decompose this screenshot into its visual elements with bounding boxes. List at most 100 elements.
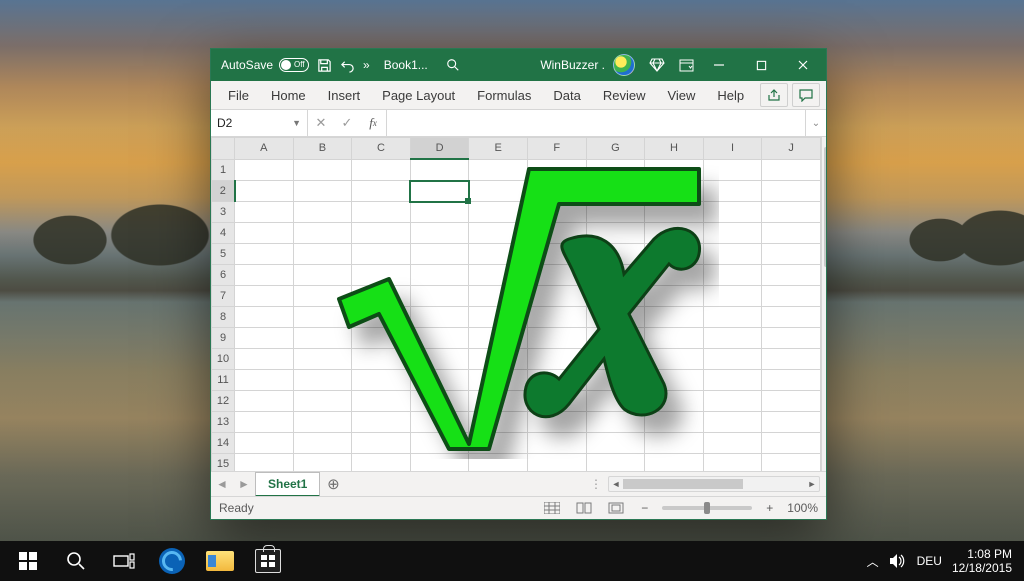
- cell[interactable]: [586, 265, 645, 286]
- cell[interactable]: [235, 370, 294, 391]
- cell[interactable]: [762, 181, 821, 202]
- account-avatar-icon[interactable]: [613, 54, 635, 76]
- cell[interactable]: [645, 328, 704, 349]
- tab-page-layout[interactable]: Page Layout: [371, 81, 466, 109]
- row-header[interactable]: 11: [212, 370, 235, 391]
- cell[interactable]: [645, 349, 704, 370]
- expand-formula-bar-icon[interactable]: ⌄: [805, 110, 826, 136]
- tab-review[interactable]: Review: [592, 81, 657, 109]
- cell[interactable]: [235, 202, 294, 223]
- split-handle-icon[interactable]: ⋮: [590, 477, 602, 491]
- cell[interactable]: [293, 202, 352, 223]
- cell[interactable]: [352, 412, 411, 433]
- zoom-level[interactable]: 100%: [787, 501, 818, 515]
- cell[interactable]: [352, 349, 411, 370]
- cell[interactable]: [469, 202, 528, 223]
- cell[interactable]: [645, 391, 704, 412]
- cell[interactable]: [293, 370, 352, 391]
- cell[interactable]: [469, 433, 528, 454]
- cell[interactable]: [469, 328, 528, 349]
- cell[interactable]: [762, 328, 821, 349]
- zoom-out-button[interactable]: −: [637, 501, 652, 515]
- cell[interactable]: [527, 265, 586, 286]
- page-break-view-icon[interactable]: [605, 500, 627, 516]
- vertical-scrollbar[interactable]: ▲ ▼: [821, 137, 826, 471]
- cell[interactable]: [762, 433, 821, 454]
- cell[interactable]: [293, 181, 352, 202]
- cell[interactable]: [645, 433, 704, 454]
- vertical-scroll-thumb[interactable]: [824, 147, 826, 267]
- cell[interactable]: [410, 370, 469, 391]
- comments-icon[interactable]: [792, 83, 820, 107]
- cell[interactable]: [645, 181, 704, 202]
- column-header[interactable]: J: [762, 138, 821, 160]
- cell[interactable]: [410, 159, 469, 181]
- cell[interactable]: [527, 454, 586, 472]
- cell[interactable]: [293, 454, 352, 472]
- row-header[interactable]: 15: [212, 454, 235, 472]
- enter-formula-icon[interactable]: ✓: [334, 115, 360, 131]
- cell[interactable]: [469, 286, 528, 307]
- cell[interactable]: [527, 349, 586, 370]
- cell[interactable]: [645, 286, 704, 307]
- cell[interactable]: [352, 159, 411, 181]
- scroll-left-icon[interactable]: ◄: [609, 477, 623, 491]
- cell[interactable]: [410, 286, 469, 307]
- cell[interactable]: [645, 454, 704, 472]
- start-button[interactable]: [4, 541, 52, 581]
- cell[interactable]: [703, 181, 762, 202]
- cell[interactable]: [469, 159, 528, 181]
- cell[interactable]: [410, 202, 469, 223]
- row-header[interactable]: 6: [212, 265, 235, 286]
- cell[interactable]: [235, 307, 294, 328]
- cell[interactable]: [762, 286, 821, 307]
- column-header[interactable]: H: [645, 138, 704, 160]
- cell[interactable]: [703, 202, 762, 223]
- cell[interactable]: [469, 181, 528, 202]
- cell[interactable]: [352, 223, 411, 244]
- cell[interactable]: [586, 349, 645, 370]
- row-header[interactable]: 8: [212, 307, 235, 328]
- task-view-icon[interactable]: [100, 541, 148, 581]
- column-header[interactable]: E: [469, 138, 528, 160]
- tab-insert[interactable]: Insert: [317, 81, 372, 109]
- row-header[interactable]: 13: [212, 412, 235, 433]
- cell[interactable]: [703, 454, 762, 472]
- cell[interactable]: [762, 391, 821, 412]
- cell[interactable]: [293, 159, 352, 181]
- cell[interactable]: [703, 244, 762, 265]
- cell[interactable]: [469, 412, 528, 433]
- cell[interactable]: [703, 391, 762, 412]
- minimize-button[interactable]: [700, 49, 738, 81]
- cell[interactable]: [293, 286, 352, 307]
- cell[interactable]: [586, 433, 645, 454]
- cell[interactable]: [703, 370, 762, 391]
- cell[interactable]: [293, 391, 352, 412]
- cell[interactable]: [352, 454, 411, 472]
- cell[interactable]: [410, 307, 469, 328]
- cell[interactable]: [586, 454, 645, 472]
- normal-view-icon[interactable]: [541, 500, 563, 516]
- cell[interactable]: [469, 223, 528, 244]
- scroll-down-icon[interactable]: ▼: [822, 454, 826, 471]
- cell[interactable]: [235, 454, 294, 472]
- share-icon[interactable]: [760, 83, 788, 107]
- cell[interactable]: [469, 391, 528, 412]
- cell[interactable]: [762, 265, 821, 286]
- cell[interactable]: [645, 370, 704, 391]
- cell[interactable]: [235, 433, 294, 454]
- row-header[interactable]: 4: [212, 223, 235, 244]
- cell[interactable]: [703, 328, 762, 349]
- cell[interactable]: [586, 391, 645, 412]
- tray-clock[interactable]: 1:08 PM 12/18/2015: [952, 547, 1012, 575]
- taskbar-search-icon[interactable]: [52, 541, 100, 581]
- cell[interactable]: [352, 370, 411, 391]
- scroll-right-icon[interactable]: ►: [805, 477, 819, 491]
- cell[interactable]: [527, 202, 586, 223]
- cell[interactable]: [469, 370, 528, 391]
- cell[interactable]: [703, 307, 762, 328]
- cell[interactable]: [235, 349, 294, 370]
- row-header[interactable]: 3: [212, 202, 235, 223]
- cancel-formula-icon[interactable]: ✕: [308, 115, 334, 131]
- cell[interactable]: [410, 244, 469, 265]
